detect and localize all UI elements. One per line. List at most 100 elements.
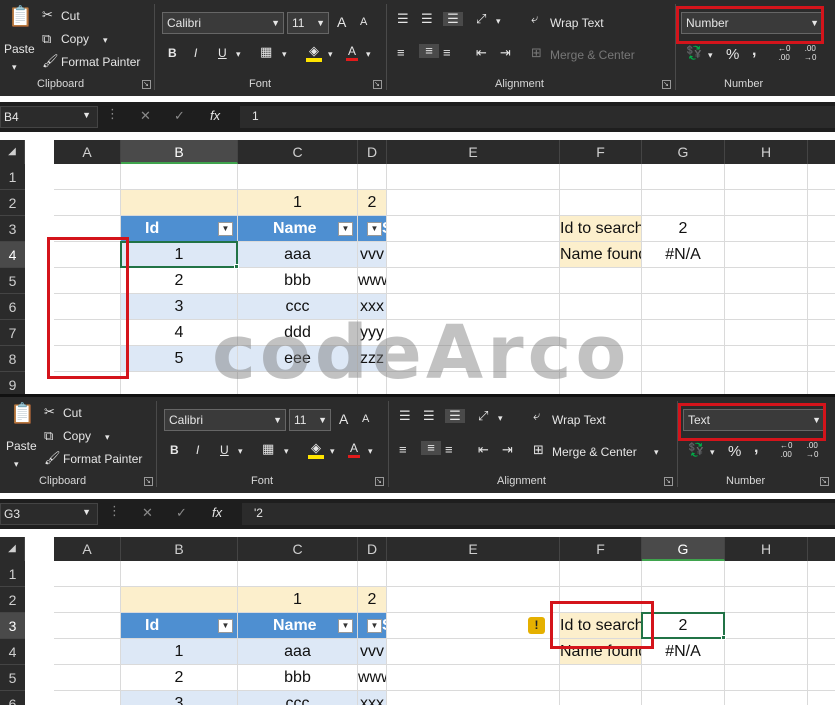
row-header[interactable]: 7	[0, 320, 25, 346]
alignment-launcher-icon[interactable]: ↘	[664, 477, 673, 486]
name-box[interactable]: B4 ▼	[0, 106, 98, 128]
grow-font-button[interactable]: A	[337, 14, 346, 30]
label-name-found[interactable]: Name found	[560, 242, 642, 268]
column-header-h[interactable]: H	[725, 140, 808, 164]
cell[interactable]	[725, 561, 808, 587]
alignment-launcher-icon[interactable]: ↘	[662, 80, 671, 89]
cell[interactable]	[54, 372, 121, 394]
row-header[interactable]: 5	[0, 268, 25, 294]
cell[interactable]	[642, 190, 725, 216]
filter-dropdown-icon[interactable]: ▼	[218, 619, 233, 633]
increase-decimal-icon[interactable]: ←0.00	[778, 44, 790, 62]
column-header-f[interactable]: F	[560, 140, 642, 164]
cell[interactable]	[54, 613, 121, 639]
table-header-surname[interactable]: Surname▼	[358, 216, 387, 242]
cell[interactable]	[808, 665, 835, 691]
cell-b2[interactable]	[121, 190, 238, 216]
cell[interactable]	[725, 587, 808, 613]
align-middle-icon[interactable]: ☰	[421, 12, 433, 26]
align-top-icon[interactable]: ☰	[397, 12, 409, 26]
merge-center-button[interactable]: Merge & Center	[550, 48, 635, 62]
accounting-dropdown-icon[interactable]: ▾	[710, 445, 715, 459]
table-cell[interactable]: ccc	[238, 691, 358, 705]
format-painter-icon[interactable]: 🖌	[42, 54, 59, 68]
merge-dropdown-icon[interactable]: ▾	[654, 445, 659, 459]
cell[interactable]	[642, 372, 725, 394]
align-center-icon[interactable]: ≡	[419, 44, 439, 58]
cell[interactable]	[560, 561, 642, 587]
paste-dropdown-icon[interactable]: ▾	[14, 457, 19, 471]
accounting-dropdown-icon[interactable]: ▾	[708, 48, 713, 62]
row-header[interactable]: 2	[0, 587, 25, 613]
comma-style-button[interactable]: ,	[754, 439, 758, 457]
label-id-to-search[interactable]: Id to search	[560, 613, 642, 639]
cell[interactable]	[54, 346, 121, 372]
cell[interactable]	[808, 164, 835, 190]
cut-button[interactable]: Cut	[61, 9, 80, 23]
fill-color-icon[interactable]: ◈	[308, 441, 324, 459]
column-header-extra[interactable]	[808, 140, 835, 164]
cell[interactable]	[725, 164, 808, 190]
table-cell[interactable]: 3	[121, 691, 238, 705]
cell[interactable]	[642, 268, 725, 294]
borders-icon[interactable]: ▦	[260, 45, 272, 59]
table-cell[interactable]: aaa	[238, 639, 358, 665]
shrink-font-button[interactable]: A	[360, 16, 367, 28]
filter-dropdown-icon[interactable]: ▼	[338, 222, 353, 236]
font-name-select[interactable]: Calibri ▼	[164, 409, 286, 431]
cell[interactable]	[560, 164, 642, 190]
italic-button[interactable]: I	[194, 46, 197, 60]
grow-font-button[interactable]: A	[339, 411, 348, 427]
cell[interactable]	[54, 242, 121, 268]
cell[interactable]	[642, 691, 725, 705]
cell[interactable]	[387, 561, 560, 587]
underline-button[interactable]: U	[220, 443, 229, 457]
table-header-name[interactable]: Name ▼	[238, 613, 358, 639]
column-header-e[interactable]: E	[387, 537, 560, 561]
table-cell[interactable]: bbb	[238, 665, 358, 691]
borders-icon[interactable]: ▦	[262, 442, 274, 456]
cell-d2[interactable]: 2	[358, 587, 387, 613]
column-header-d[interactable]: D	[358, 537, 387, 561]
number-format-select[interactable]: Number ▼	[681, 12, 823, 34]
cell[interactable]	[725, 294, 808, 320]
underline-dropdown-icon[interactable]: ▾	[236, 47, 241, 61]
align-bottom-icon[interactable]: ☰	[445, 409, 465, 423]
cell[interactable]	[808, 242, 835, 268]
cell[interactable]	[725, 691, 808, 705]
cell[interactable]	[642, 294, 725, 320]
cell[interactable]	[387, 242, 560, 268]
font-size-select[interactable]: 11 ▼	[287, 12, 329, 34]
cell-c2[interactable]: 1	[238, 190, 358, 216]
cell[interactable]	[54, 639, 121, 665]
align-center-icon[interactable]: ≡	[421, 441, 441, 455]
cell[interactable]	[725, 639, 808, 665]
name-box[interactable]: G3 ▼	[0, 503, 98, 525]
table-cell[interactable]: 2	[121, 268, 238, 294]
cell[interactable]	[387, 216, 560, 242]
cell[interactable]	[808, 294, 835, 320]
cell-search-value[interactable]: 2	[642, 216, 725, 242]
table-cell[interactable]: www	[358, 665, 387, 691]
cell[interactable]	[808, 613, 835, 639]
copy-button[interactable]: Copy	[63, 429, 91, 443]
row-header[interactable]: 8	[0, 346, 25, 372]
column-header-g[interactable]: G	[642, 140, 725, 164]
cell[interactable]	[808, 561, 835, 587]
wrap-text-icon[interactable]: ⤶	[531, 12, 538, 26]
enter-icon[interactable]: ✓	[176, 505, 187, 521]
table-cell[interactable]: vvv	[358, 639, 387, 665]
fill-color-icon[interactable]: ◈	[306, 44, 322, 62]
font-color-dropdown-icon[interactable]: ▾	[368, 444, 373, 458]
increase-decimal-icon[interactable]: ←0.00	[780, 441, 792, 459]
insert-function-button[interactable]: fx	[212, 505, 222, 520]
cell[interactable]	[808, 346, 835, 372]
row-header[interactable]: 2	[0, 190, 25, 216]
cell[interactable]	[725, 320, 808, 346]
decrease-decimal-icon[interactable]: .00 →0	[806, 441, 818, 459]
formula-input[interactable]: 1	[240, 106, 835, 128]
insert-function-button[interactable]: fx	[210, 108, 220, 123]
cell[interactable]	[808, 190, 835, 216]
paste-icon[interactable]: 📋	[8, 7, 33, 36]
cell[interactable]	[387, 639, 560, 665]
